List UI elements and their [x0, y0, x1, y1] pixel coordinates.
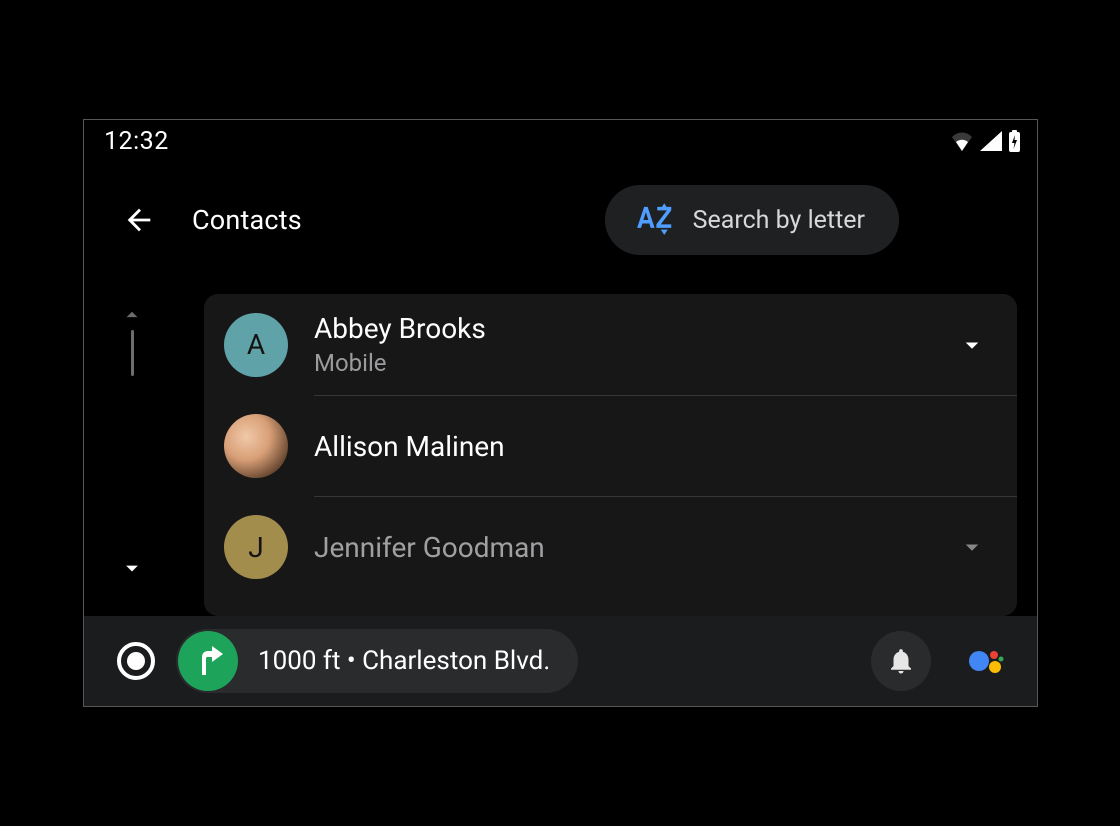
header: Contacts Search by letter	[84, 180, 1037, 260]
avatar: A	[224, 313, 288, 377]
contact-name: Abbey Brooks	[314, 312, 486, 345]
contact-text: Abbey Brooks Mobile	[314, 312, 486, 377]
navigation-pill[interactable]: 1000 ft • Charleston Blvd.	[176, 629, 578, 693]
scroll-bar[interactable]	[131, 330, 134, 376]
contact-row[interactable]: Allison Malinen	[204, 396, 1017, 496]
navigation-text: 1000 ft • Charleston Blvd.	[258, 646, 550, 676]
turn-right-icon	[178, 631, 238, 691]
search-by-letter-button[interactable]: Search by letter	[605, 185, 899, 255]
sort-alpha-icon	[631, 203, 673, 237]
contact-name: Jennifer Goodman	[314, 531, 545, 564]
battery-charging-icon	[1008, 130, 1021, 152]
arrow-left-icon	[122, 203, 156, 237]
wifi-icon	[950, 131, 974, 151]
contacts-list: A Abbey Brooks Mobile Allison Malinen J …	[204, 294, 1017, 616]
chevron-down-icon[interactable]	[118, 554, 146, 582]
status-bar: 12:32	[84, 120, 1037, 162]
search-by-letter-label: Search by letter	[693, 206, 865, 235]
contact-text: Jennifer Goodman	[314, 531, 545, 564]
screen-frame: 12:32	[83, 119, 1038, 707]
page-title: Contacts	[192, 204, 302, 236]
contact-text: Allison Malinen	[314, 430, 505, 463]
expand-icon[interactable]	[957, 532, 987, 562]
back-button[interactable]	[114, 195, 164, 245]
notifications-button[interactable]	[871, 631, 931, 691]
contact-row[interactable]: A Abbey Brooks Mobile	[204, 294, 1017, 395]
contact-name: Allison Malinen	[314, 430, 505, 463]
contact-row[interactable]: J Jennifer Goodman	[204, 497, 1017, 597]
bell-icon	[886, 646, 916, 676]
scroll-indicator	[112, 302, 152, 582]
avatar: J	[224, 515, 288, 579]
status-icons	[950, 130, 1021, 152]
bottom-nav: 1000 ft • Charleston Blvd.	[84, 616, 1037, 706]
contact-subtitle: Mobile	[314, 349, 486, 377]
expand-icon[interactable]	[957, 330, 987, 360]
clock: 12:32	[104, 127, 169, 156]
chevron-up-icon[interactable]	[119, 302, 145, 328]
cellular-icon	[980, 131, 1002, 151]
assistant-icon	[965, 641, 1005, 681]
avatar	[224, 414, 288, 478]
launcher-button[interactable]	[112, 637, 160, 685]
assistant-button[interactable]	[961, 637, 1009, 685]
